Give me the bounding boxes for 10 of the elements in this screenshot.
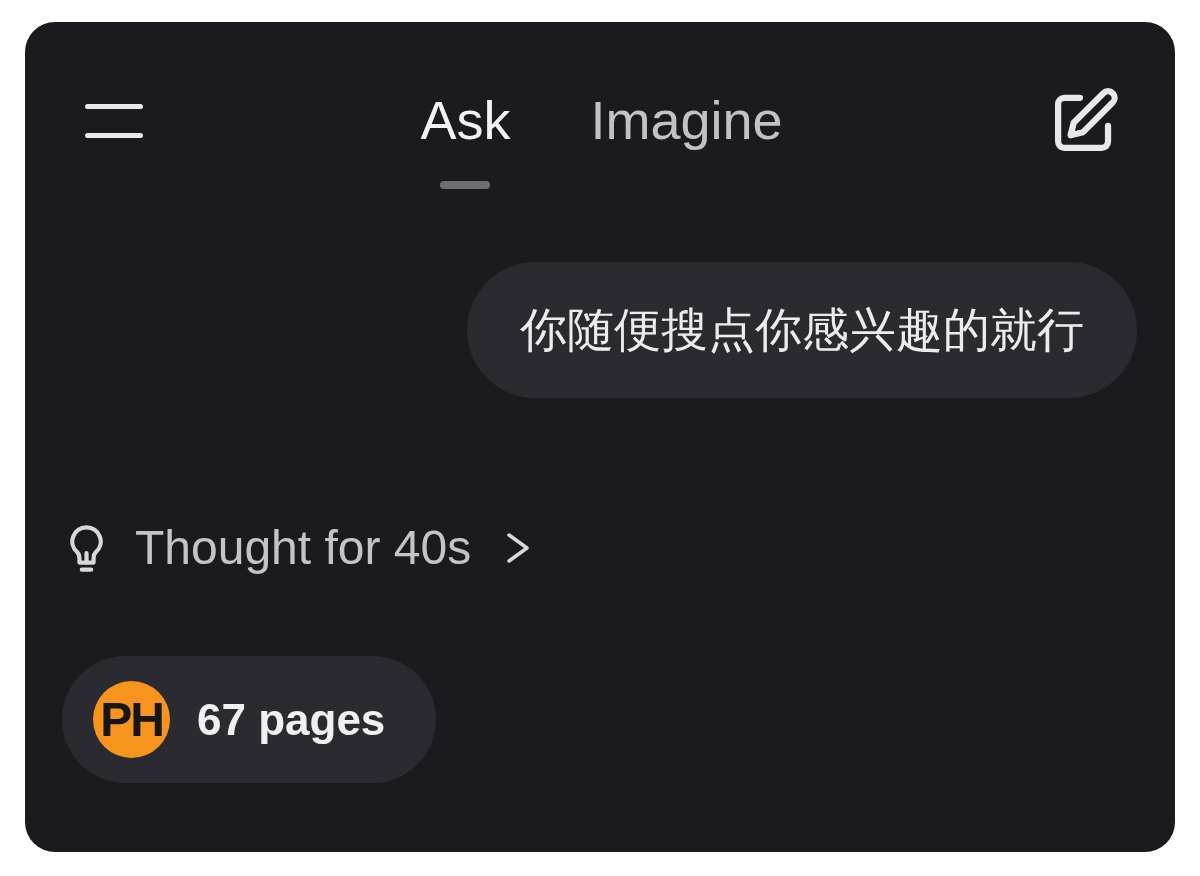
edit-icon[interactable] xyxy=(1055,88,1118,152)
tab[interactable]: Imagine xyxy=(590,90,783,150)
thought-toggle[interactable]: Thought for 40s xyxy=(70,520,530,576)
lightbulb-icon xyxy=(70,524,103,572)
source-avatar: PH xyxy=(93,681,170,758)
chevron-right-icon xyxy=(507,533,530,563)
tab[interactable]: Ask xyxy=(420,90,511,150)
sources-button[interactable]: PH 67 pages xyxy=(62,656,437,783)
menu-icon[interactable] xyxy=(85,104,143,138)
user-message-bubble: 你随便搜点你感兴趣的就行 xyxy=(467,262,1137,398)
